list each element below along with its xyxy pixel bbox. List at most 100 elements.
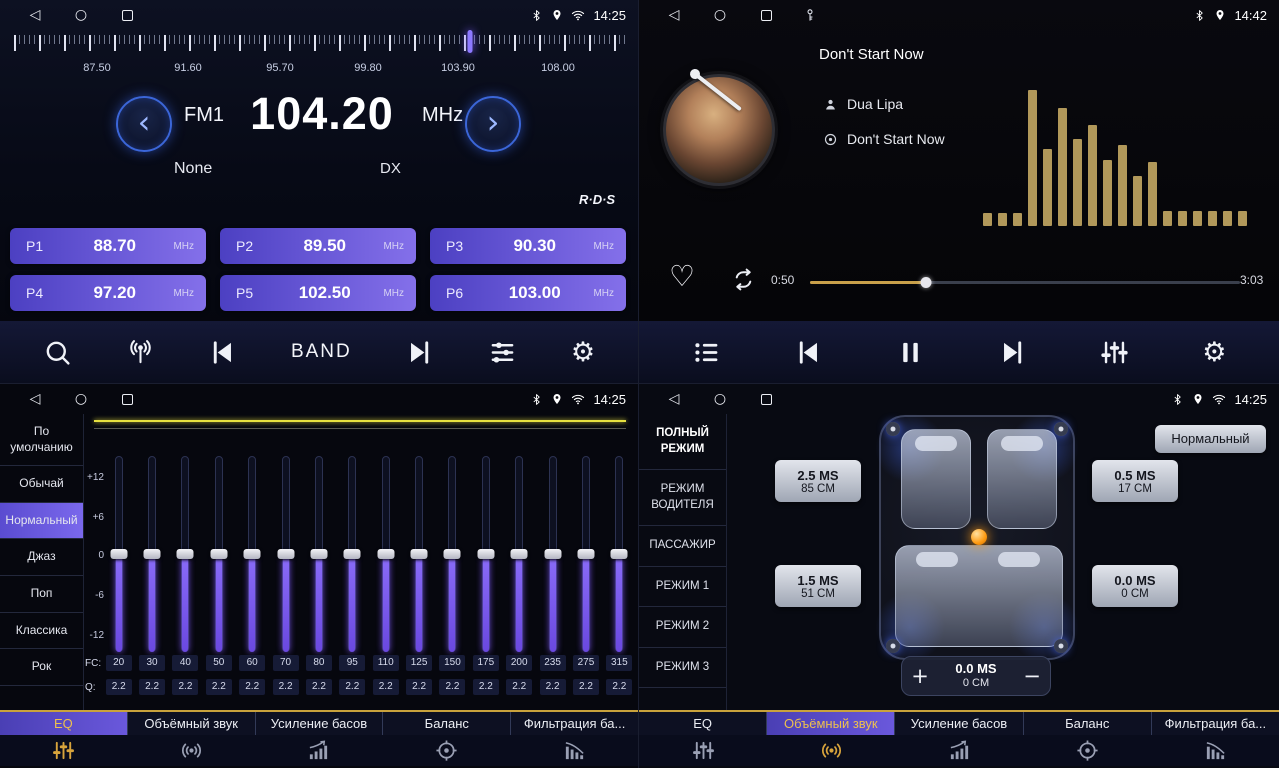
back-button[interactable]: ◁	[12, 391, 58, 407]
eq-slider-handle[interactable]	[244, 549, 261, 559]
eq-preset-normal[interactable]: Нормальный	[0, 503, 83, 540]
frequency-ruler[interactable]: 87.50 91.60 95.70 99.80 103.90 108.00	[14, 34, 628, 80]
eq-preset-pop[interactable]: Поп	[0, 576, 83, 613]
sound-preset-button[interactable]: Нормальный	[1155, 425, 1266, 453]
progress-knob[interactable]	[921, 277, 932, 288]
eq-band-slider[interactable]	[569, 456, 602, 652]
mode-3[interactable]: РЕЖИМ 3	[639, 648, 726, 689]
tab-balance[interactable]: Баланс	[1024, 712, 1152, 735]
eq-band-slider[interactable]	[503, 456, 536, 652]
preset-button-p2[interactable]: P289.50MHz	[220, 228, 416, 264]
prev-station-icon[interactable]	[208, 338, 237, 367]
delay-front-left-button[interactable]: 2.5 MS 85 CM	[775, 460, 861, 502]
eq-preset-classic[interactable]: Классика	[0, 613, 83, 650]
back-button[interactable]: ◁	[651, 391, 697, 407]
eq-slider-handle[interactable]	[544, 549, 561, 559]
eq-slider-handle[interactable]	[611, 549, 628, 559]
delay-increase-button[interactable]: +	[902, 664, 938, 688]
preset-button-p3[interactable]: P390.30MHz	[430, 228, 626, 264]
tab-eq-icon[interactable]	[0, 739, 128, 762]
eq-band-slider[interactable]	[536, 456, 569, 652]
progress-bar[interactable]	[810, 281, 1240, 284]
eq-band-slider[interactable]	[236, 456, 269, 652]
tab-surround[interactable]: Объёмный звук	[767, 712, 895, 735]
mode-2[interactable]: РЕЖИМ 2	[639, 607, 726, 648]
tab-surround-icon[interactable]	[128, 739, 256, 762]
preset-button-p1[interactable]: P188.70MHz	[10, 228, 206, 264]
tab-surround-icon[interactable]	[767, 739, 895, 762]
eq-preset-jazz[interactable]: Джаз	[0, 539, 83, 576]
eq-band-slider[interactable]	[402, 456, 435, 652]
tab-eq[interactable]: EQ	[0, 712, 128, 735]
eq-slider-handle[interactable]	[477, 549, 494, 559]
favorite-icon[interactable]: ♡	[669, 262, 695, 291]
tab-balance-icon[interactable]	[1023, 739, 1151, 762]
search-icon[interactable]	[43, 338, 72, 367]
eq-preset-default[interactable]: По умолчанию	[0, 414, 83, 466]
eq-slider-handle[interactable]	[377, 549, 394, 559]
eq-preset-rock[interactable]: Рок	[0, 649, 83, 686]
delay-front-right-button[interactable]: 0.5 MS 17 CM	[1092, 460, 1178, 502]
tab-eq[interactable]: EQ	[639, 712, 767, 735]
eq-slider-handle[interactable]	[310, 549, 327, 559]
mode-passenger[interactable]: ПАССАЖИР	[639, 526, 726, 567]
recents-button[interactable]	[743, 394, 789, 405]
tab-bass-boost[interactable]: Усиление басов	[256, 712, 384, 735]
tab-balance-icon[interactable]	[383, 739, 511, 762]
pause-icon[interactable]	[896, 338, 925, 367]
eq-slider-handle[interactable]	[277, 549, 294, 559]
eq-slider-handle[interactable]	[411, 549, 428, 559]
tab-surround[interactable]: Объёмный звук	[128, 712, 256, 735]
band-button[interactable]: BAND	[291, 341, 352, 363]
broadcast-icon[interactable]	[126, 338, 155, 367]
eq-band-slider[interactable]	[469, 456, 502, 652]
mode-1[interactable]: РЕЖИМ 1	[639, 567, 726, 608]
eq-slider-handle[interactable]	[444, 549, 461, 559]
eq-slider-handle[interactable]	[344, 549, 361, 559]
preset-button-p5[interactable]: P5102.50MHz	[220, 275, 416, 311]
tab-balance[interactable]: Баланс	[383, 712, 511, 735]
tab-filter-icon[interactable]	[1151, 739, 1279, 762]
playlist-icon[interactable]	[692, 338, 721, 367]
eq-slider-handle[interactable]	[577, 549, 594, 559]
tuning-indicator[interactable]	[468, 30, 473, 53]
tab-bass-boost-icon[interactable]	[895, 739, 1023, 762]
next-station-icon[interactable]	[405, 338, 434, 367]
delay-rear-right-button[interactable]: 0.0 MS 0 CM	[1092, 565, 1178, 607]
eq-slider-handle[interactable]	[210, 549, 227, 559]
eq-band-slider[interactable]	[336, 456, 369, 652]
tab-eq-icon[interactable]	[639, 739, 767, 762]
prev-track-icon[interactable]	[794, 338, 823, 367]
eq-band-slider[interactable]	[135, 456, 168, 652]
delay-rear-left-button[interactable]: 1.5 MS 51 CM	[775, 565, 861, 607]
equalizer-icon[interactable]	[1100, 338, 1129, 367]
eq-slider-handle[interactable]	[511, 549, 528, 559]
tab-filter[interactable]: Фильтрация ба...	[1152, 712, 1279, 735]
next-track-icon[interactable]	[998, 338, 1027, 367]
eq-band-slider[interactable]	[603, 456, 636, 652]
mode-full[interactable]: ПОЛНЫЙ РЕЖИМ	[639, 414, 726, 470]
eq-slider-handle[interactable]	[177, 549, 194, 559]
tab-filter[interactable]: Фильтрация ба...	[511, 712, 638, 735]
home-button[interactable]: ○	[697, 391, 743, 407]
listening-position-marker[interactable]	[971, 529, 987, 545]
tab-bass-boost[interactable]: Усиление басов	[895, 712, 1023, 735]
recents-button[interactable]	[104, 10, 150, 21]
mode-driver[interactable]: РЕЖИМ ВОДИТЕЛЯ	[639, 470, 726, 526]
repeat-icon[interactable]	[730, 267, 757, 292]
eq-band-slider[interactable]	[169, 456, 202, 652]
eq-band-slider[interactable]	[269, 456, 302, 652]
settings-icon[interactable]: ⚙	[1202, 339, 1226, 366]
eq-slider-handle[interactable]	[144, 549, 161, 559]
eq-band-slider[interactable]	[436, 456, 469, 652]
eq-band-slider[interactable]	[202, 456, 235, 652]
eq-band-slider[interactable]	[102, 456, 135, 652]
home-button[interactable]: ○	[58, 7, 104, 23]
seek-up-button[interactable]: ›	[465, 96, 521, 152]
recents-button[interactable]	[743, 10, 789, 21]
tune-icon[interactable]	[488, 338, 517, 367]
preset-button-p4[interactable]: P497.20MHz	[10, 275, 206, 311]
eq-preset-custom[interactable]: Обычай	[0, 466, 83, 503]
eq-slider-handle[interactable]	[110, 549, 127, 559]
settings-icon[interactable]: ⚙	[571, 339, 595, 366]
